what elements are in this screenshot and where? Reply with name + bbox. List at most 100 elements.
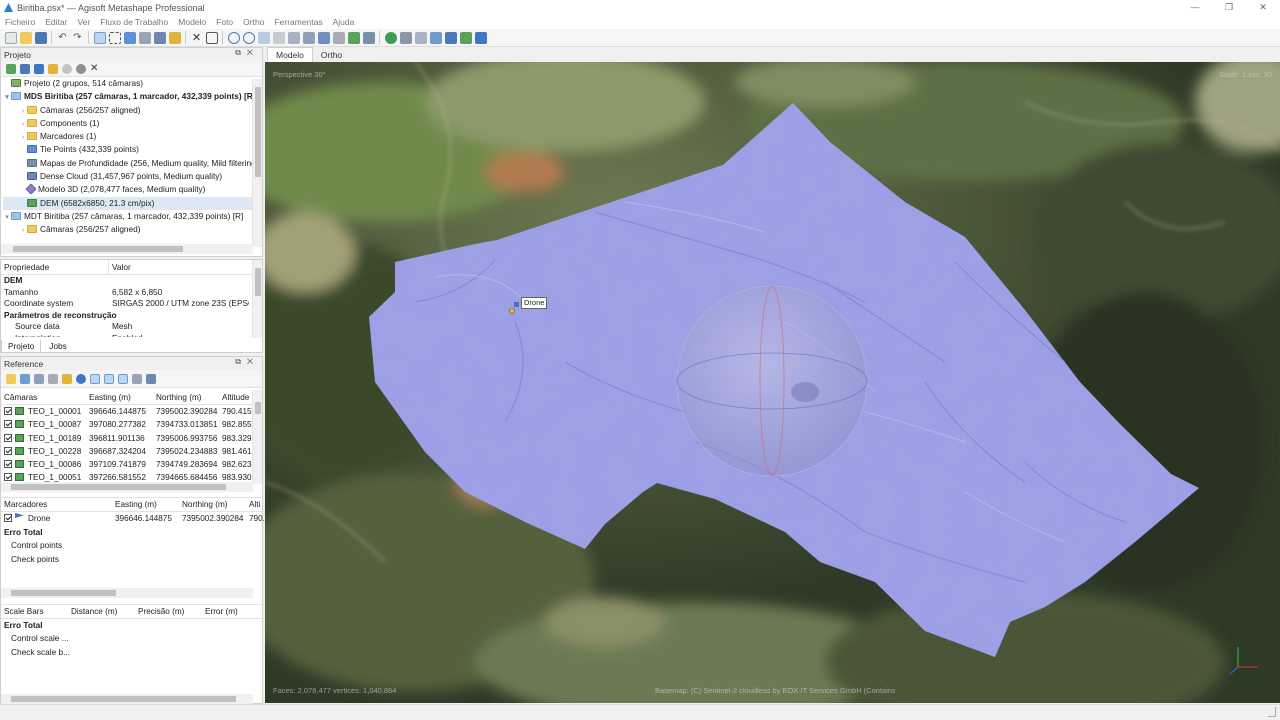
move-object-icon[interactable] <box>123 31 136 44</box>
add-marker-icon[interactable] <box>48 63 58 74</box>
globe-icon[interactable] <box>384 31 397 44</box>
check-scale-row[interactable]: Check scale b... <box>1 646 264 659</box>
tree-item[interactable]: Projeto (2 grupos, 514 câmaras) <box>3 77 262 90</box>
tools-icon[interactable] <box>146 373 156 384</box>
tab-jobs[interactable]: Jobs <box>41 340 75 353</box>
tree-item[interactable]: › Câmaras (256/257 aligned) <box>3 223 262 236</box>
view-mode-icon[interactable] <box>287 31 300 44</box>
col-scalebars[interactable]: Scale Bars <box>1 605 68 618</box>
col-value[interactable]: Valor <box>109 260 131 274</box>
convert-icon[interactable] <box>34 373 44 384</box>
camera-checkbox[interactable] <box>4 460 12 469</box>
resize-grip-icon[interactable] <box>1268 707 1276 717</box>
marker-checkbox[interactable] <box>4 514 12 522</box>
menu-ficheiro[interactable]: Ficheiro <box>0 17 40 27</box>
tree-item[interactable]: Dense Cloud (31,457,967 points, Medium q… <box>3 170 262 183</box>
camera-checkbox[interactable] <box>4 446 12 455</box>
tree-item[interactable]: ▾ MDS Biritiba (257 câmaras, 1 marcador, … <box>3 90 262 103</box>
camera-checkbox[interactable] <box>4 433 12 442</box>
dem-icon[interactable] <box>362 31 375 44</box>
reset-view-icon[interactable] <box>257 31 270 44</box>
chevron-right-icon[interactable]: › <box>19 224 27 237</box>
disable-icon[interactable] <box>76 63 86 74</box>
save-icon[interactable] <box>34 31 47 44</box>
zoom-out-icon[interactable] <box>242 31 255 44</box>
col-error[interactable]: Error (m) <box>202 605 257 618</box>
tab-modelo[interactable]: Modelo <box>267 47 313 62</box>
col-precision[interactable]: Precisão (m) <box>135 605 202 618</box>
chevron-right-icon[interactable]: › <box>19 131 27 144</box>
col-northing[interactable]: Northing (m) <box>153 390 219 404</box>
layers-icon[interactable] <box>474 31 487 44</box>
control-scale-row[interactable]: Control scale ... <box>1 632 264 645</box>
model-viewport[interactable]: Drone Perspective 30° Scale: 1:xxx, 30 F… <box>265 62 1280 703</box>
undo-icon[interactable]: ↶ <box>57 32 69 44</box>
view-errors-icon[interactable] <box>118 373 128 384</box>
new-file-icon[interactable] <box>4 31 17 44</box>
markers-hscroll[interactable] <box>1 588 253 598</box>
col-property[interactable]: Propriedade <box>1 260 109 274</box>
menu-fluxo[interactable]: Fluxo de Trabalho <box>95 17 173 27</box>
menu-ajuda[interactable]: Ajuda <box>328 17 360 27</box>
tree-item[interactable]: Modelo 3D (2,078,477 faces, Medium quali… <box>3 183 262 196</box>
property-row[interactable]: Tamanho 6,582 x 6,850 <box>1 287 262 299</box>
tree-item[interactable]: Mapas de Profundidade (256, Medium quali… <box>3 157 262 170</box>
property-row[interactable]: Parâmetros de reconstrução <box>1 310 262 322</box>
tree-hscroll[interactable] <box>1 244 253 254</box>
tree-item[interactable]: › Marcadores (1) <box>3 130 262 143</box>
tab-ortho[interactable]: Ortho <box>313 48 350 62</box>
col-marker-easting[interactable]: Easting (m) <box>112 498 179 511</box>
menu-foto[interactable]: Foto <box>211 17 238 27</box>
menu-ver[interactable]: Ver <box>72 17 95 27</box>
close-icon[interactable]: ✕ <box>1246 0 1280 15</box>
remove-icon[interactable]: ✕ <box>90 63 100 74</box>
photo-icon[interactable] <box>399 31 412 44</box>
table-row[interactable]: TEO_1_00087 397080.277382 7394733.013851 98… <box>1 418 253 431</box>
table-row[interactable]: TEO_1_00228 396687.324204 7395024.234883 98… <box>1 445 253 458</box>
tree-item[interactable]: ▾ MDT Biritiba (257 câmaras, 1 marcador, … <box>3 210 262 223</box>
add-photos-icon[interactable] <box>20 63 30 74</box>
property-row[interactable]: Source data Mesh <box>1 321 262 333</box>
delete-selection-icon[interactable]: ✕ <box>191 32 203 44</box>
menu-ortho[interactable]: Ortho <box>238 17 269 27</box>
add-folder-icon[interactable] <box>34 63 44 74</box>
col-easting[interactable]: Easting (m) <box>86 390 153 404</box>
chevron-down-icon[interactable]: ▾ <box>3 91 11 104</box>
property-row[interactable]: InterpolationEnabled <box>1 333 262 338</box>
view-source-icon[interactable] <box>90 373 100 384</box>
col-altitude[interactable]: Altitude <box>219 390 253 404</box>
maximize-icon[interactable]: ❐ <box>1212 0 1246 15</box>
add-chunk-icon[interactable] <box>6 63 16 74</box>
property-row[interactable]: Coordinate system SIRGAS 2000 / UTM zone … <box>1 298 262 310</box>
markers-icon[interactable] <box>429 31 442 44</box>
export-reference-icon[interactable] <box>20 373 30 384</box>
tree-vscroll[interactable] <box>252 79 262 247</box>
pane-controls[interactable]: ⧉✕ <box>235 48 259 58</box>
crop-icon[interactable] <box>205 31 218 44</box>
cameras-hscroll[interactable] <box>1 482 253 492</box>
col-marker-altitude[interactable]: Alti <box>246 498 264 511</box>
drone-marker-label[interactable]: Drone <box>521 297 548 309</box>
model-shaded-icon[interactable] <box>317 31 330 44</box>
tree-item[interactable]: › Components (1) <box>3 117 262 130</box>
col-marker-northing[interactable]: Northing (m) <box>179 498 246 511</box>
grid-icon[interactable] <box>272 31 285 44</box>
chevron-down-icon[interactable]: ▾ <box>3 211 11 224</box>
enable-icon[interactable] <box>62 63 72 74</box>
tab-projeto[interactable]: Projeto <box>1 340 42 353</box>
move-region-icon[interactable] <box>138 31 151 44</box>
optimize-icon[interactable] <box>62 373 72 384</box>
table-row[interactable]: TEO_1_00086 397109.741879 7394749.283694 98… <box>1 458 253 471</box>
image-icon[interactable] <box>459 31 472 44</box>
points-icon[interactable] <box>302 31 315 44</box>
reference-settings-icon[interactable] <box>132 373 142 384</box>
tiled-model-icon[interactable] <box>347 31 360 44</box>
chevron-right-icon[interactable]: › <box>19 118 27 131</box>
shapes-icon[interactable] <box>414 31 427 44</box>
col-cameras[interactable]: Câmaras <box>1 390 86 404</box>
table-row[interactable]: TEO_1_00189 396811.901136 7395006.993756 98… <box>1 432 253 445</box>
tree-item[interactable]: DEM (6582x6850, 21.3 cm/pix) <box>3 196 262 210</box>
redo-icon[interactable]: ↷ <box>72 32 84 44</box>
menu-ferramentas[interactable]: Ferramentas <box>269 17 327 27</box>
control-points-row[interactable]: Control points <box>1 539 264 552</box>
